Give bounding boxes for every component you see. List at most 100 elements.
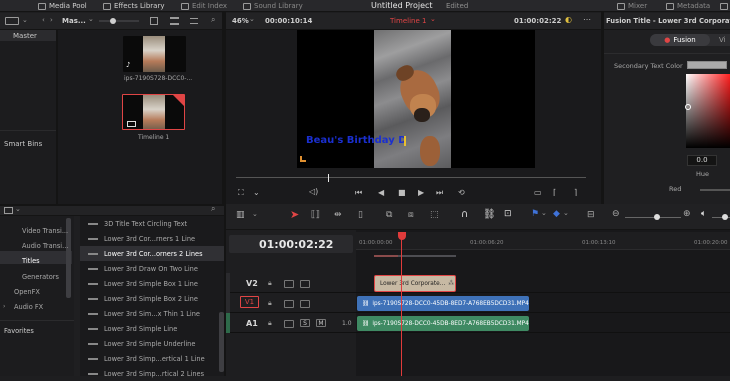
play-icon[interactable]: ▶: [418, 188, 424, 197]
list-view-icon[interactable]: [170, 17, 179, 25]
forward-chevron-icon[interactable]: ›: [50, 16, 53, 24]
disable-track-icon[interactable]: [300, 280, 310, 288]
bin-list-toggle-icon[interactable]: [5, 17, 19, 25]
chevron-down-icon[interactable]: ⌄: [22, 16, 28, 24]
lock-track-icon[interactable]: 🔒︎: [268, 279, 272, 288]
effect-item[interactable]: Lower 3rd Cor...rners 1 Line: [80, 231, 226, 246]
secondary-color-swatch[interactable]: [687, 61, 727, 69]
inspector-toggle-icon[interactable]: [720, 0, 728, 12]
timeline-timecode[interactable]: 01:00:02:22: [259, 238, 333, 251]
thumbnail-size-slider-handle[interactable]: [110, 18, 116, 24]
dynamic-trim-icon[interactable]: ⇹: [334, 210, 342, 220]
tab-video[interactable]: Vi: [719, 36, 726, 44]
blade-tool-icon[interactable]: ▯: [358, 210, 363, 220]
media-pool-button[interactable]: Media Pool: [38, 0, 87, 12]
solo-button[interactable]: S: [300, 319, 310, 327]
effects-panel-toggle-icon[interactable]: [4, 207, 13, 214]
timeline-dropdown-chevron-icon[interactable]: ⌄: [430, 15, 436, 23]
zoom-chevron-icon[interactable]: ⌄: [249, 15, 255, 23]
category-titles[interactable]: Titles: [22, 257, 40, 265]
metadata-button[interactable]: Metadata: [666, 0, 710, 12]
edit-index-button[interactable]: Edit Index: [181, 0, 227, 12]
zoom-in-icon[interactable]: ⊕: [683, 209, 691, 219]
auto-select-track-icon[interactable]: [284, 280, 294, 288]
viewer-size-chevron-icon[interactable]: ⌄: [253, 188, 260, 197]
auto-select-track-icon[interactable]: [284, 300, 294, 308]
linked-selection-icon[interactable]: ⛓: [483, 209, 496, 220]
lock-track-icon[interactable]: 🔒︎: [268, 319, 272, 328]
timeline-zoom-slider[interactable]: [625, 217, 681, 218]
trim-tool-icon[interactable]: ⟦⟧: [311, 210, 320, 220]
out-point-icon[interactable]: ⌉: [574, 188, 577, 197]
title-overlay-text[interactable]: Beau's Birthday D: [306, 135, 407, 146]
in-point-icon[interactable]: ⌈: [553, 188, 556, 197]
replace-clip-icon[interactable]: ⬚: [430, 210, 439, 220]
match-frame-icon[interactable]: ▭: [534, 188, 542, 197]
timeline-zoom-handle[interactable]: [654, 214, 660, 220]
selection-tool-icon[interactable]: ➤: [290, 208, 299, 221]
bin-selector[interactable]: Mas...: [62, 17, 86, 25]
playhead-handle[interactable]: [398, 232, 406, 240]
category-audio-fx[interactable]: Audio FX: [14, 303, 43, 311]
category-generators[interactable]: Generators: [22, 273, 59, 281]
flag-icon[interactable]: ⚑: [531, 209, 539, 219]
effect-item[interactable]: Lower 3rd Simple Line: [80, 321, 226, 336]
timeline-layout-icon[interactable]: ▥: [236, 210, 245, 220]
thumbnail-size-slider[interactable]: [99, 20, 139, 22]
back-chevron-icon[interactable]: ‹: [42, 16, 45, 24]
sound-library-button[interactable]: Sound Library: [243, 0, 303, 12]
category-video-transitions[interactable]: Video Transi...: [22, 227, 68, 235]
stop-icon[interactable]: ■: [398, 188, 406, 197]
red-slider[interactable]: [700, 189, 730, 191]
effects-panel-chevron-icon[interactable]: ⌄: [15, 205, 21, 213]
viewer-timeline-name[interactable]: Timeline 1: [390, 17, 426, 25]
grid-view-icon[interactable]: [150, 17, 158, 25]
flag-chevron-icon[interactable]: ⌄: [541, 209, 547, 217]
disable-track-icon[interactable]: [300, 300, 310, 308]
video-clip[interactable]: ⛓ ips-7190S728-DCC0-45DB-8ED7-A768EB5DCD…: [357, 296, 529, 311]
audio-icon[interactable]: ◁): [309, 187, 318, 196]
color-flag-icon[interactable]: ◐: [565, 15, 572, 24]
marker-icon[interactable]: ◆: [553, 209, 560, 219]
effect-item[interactable]: Lower 3rd Simple Underline: [80, 336, 226, 351]
timeline-thumbnail[interactable]: [122, 94, 185, 130]
audio-fx-chevron-icon[interactable]: ›: [3, 303, 5, 310]
timeline-ruler[interactable]: [356, 232, 730, 250]
viewer-options-icon[interactable]: ⋯: [583, 15, 591, 24]
volume-slider-handle[interactable]: [722, 214, 728, 220]
mute-button[interactable]: M: [316, 319, 326, 327]
color-picker-field[interactable]: [686, 74, 730, 148]
viewer-size-icon[interactable]: ⛶: [238, 188, 244, 198]
zoom-level[interactable]: 46%: [232, 17, 249, 25]
position-lock-icon[interactable]: ⊡: [504, 209, 512, 219]
effect-item[interactable]: Lower 3rd Draw On Two Line: [80, 261, 226, 276]
effect-item[interactable]: 3D Title Text Circling Text: [80, 216, 226, 231]
audio-clip[interactable]: ⛓ ips-7190S728-DCC0-45DB-8ED7-A768EB5DCD…: [357, 316, 529, 331]
snapping-magnet-icon[interactable]: ∩: [461, 209, 468, 220]
playhead-line[interactable]: [401, 238, 402, 376]
mixer-button[interactable]: Mixer: [617, 0, 647, 12]
go-to-end-icon[interactable]: ⏭: [436, 188, 443, 198]
full-extent-zoom-icon[interactable]: ⊟: [587, 210, 595, 220]
loop-icon[interactable]: ⟲: [458, 188, 465, 197]
volume-icon[interactable]: 🔈︎: [701, 209, 706, 219]
go-to-start-icon[interactable]: ⏮: [355, 188, 362, 198]
effects-library-button[interactable]: Effects Library: [103, 0, 165, 12]
zoom-out-icon[interactable]: ⊖: [612, 209, 620, 219]
lock-track-icon[interactable]: 🔒︎: [268, 299, 272, 308]
timeline-layout-chevron-icon[interactable]: ⌄: [252, 210, 258, 218]
sort-icon[interactable]: [190, 18, 198, 24]
category-openfx[interactable]: OpenFX: [14, 288, 40, 296]
clip-thumbnail[interactable]: ♪: [123, 36, 186, 72]
effect-item[interactable]: Lower 3rd Simple Box 2 Line: [80, 291, 226, 306]
effect-item[interactable]: Lower 3rd Simp...ertical 1 Line: [80, 351, 226, 366]
scrub-playhead[interactable]: [328, 174, 329, 182]
auto-select-track-icon[interactable]: [284, 320, 294, 328]
effects-search-icon[interactable]: ⌕: [211, 204, 215, 214]
search-icon[interactable]: ⌕: [211, 15, 215, 25]
effect-item[interactable]: Lower 3rd Simple Box 1 Line: [80, 276, 226, 291]
category-audio-transitions[interactable]: Audio Transi...: [22, 242, 68, 250]
color-picker-handle[interactable]: [685, 104, 691, 110]
scrub-bar[interactable]: [236, 177, 586, 178]
effect-item[interactable]: Lower 3rd Sim...x Thin 1 Line: [80, 306, 226, 321]
